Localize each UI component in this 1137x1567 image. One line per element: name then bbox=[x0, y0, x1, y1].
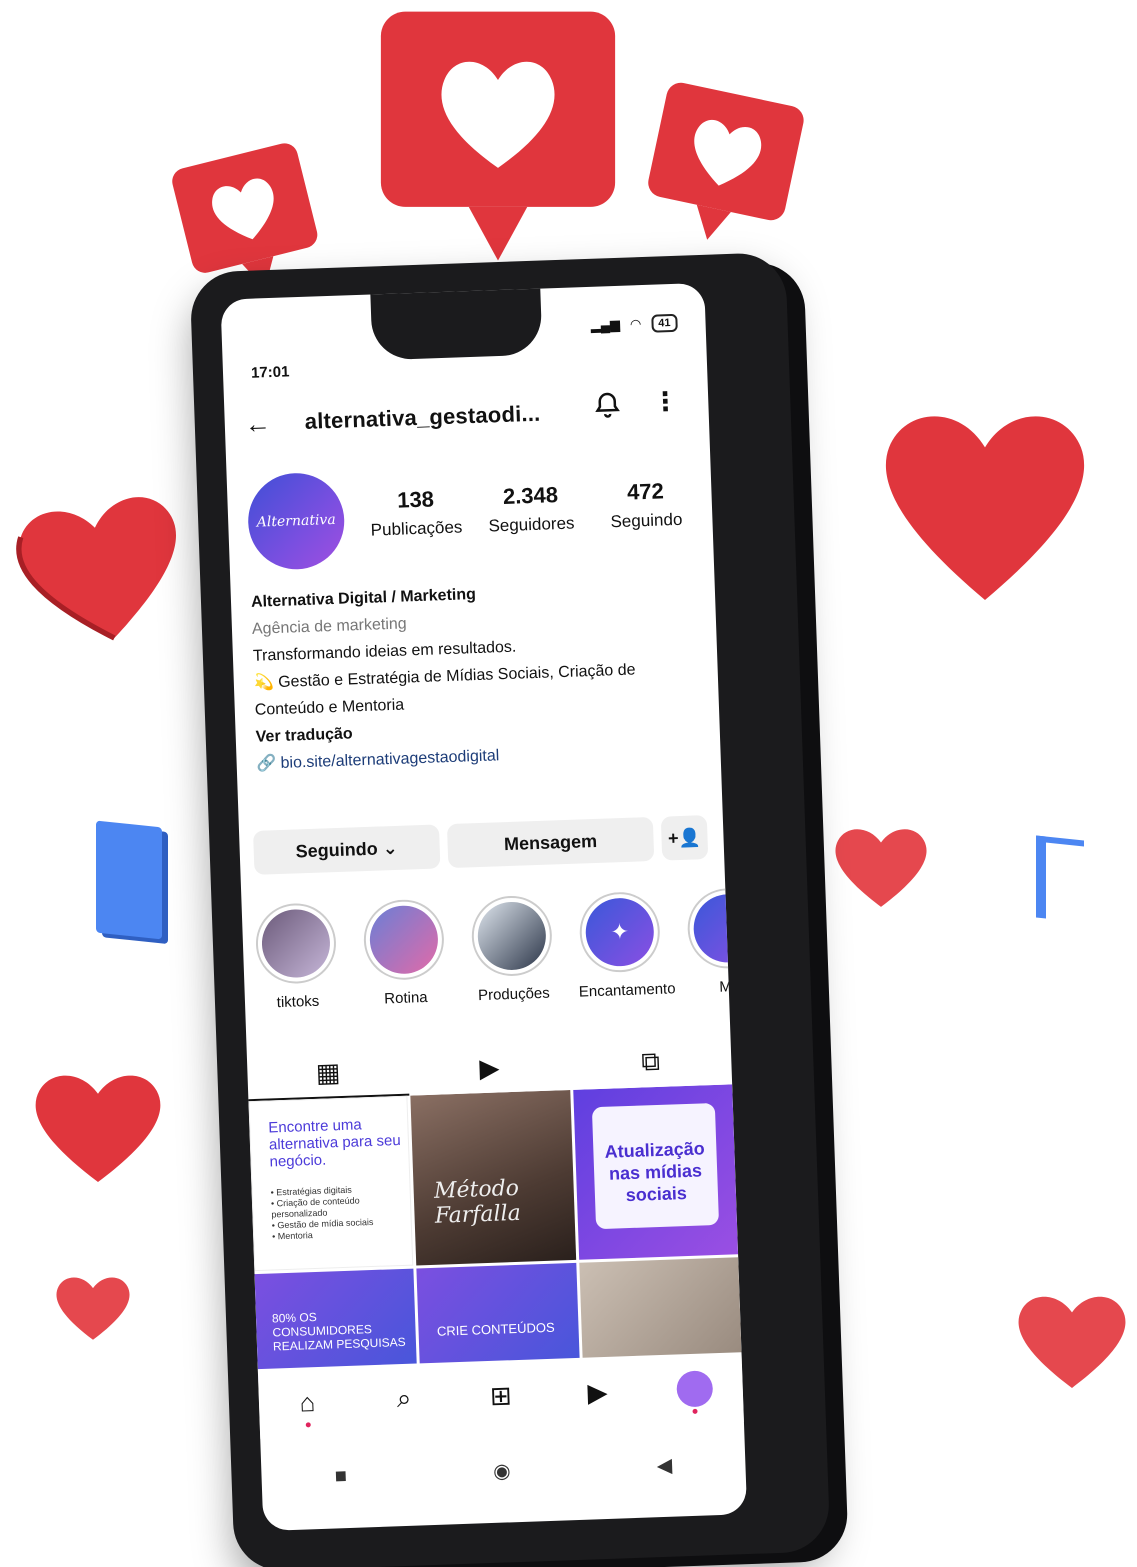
reels-icon: ▶ bbox=[587, 1376, 609, 1408]
post-list: • Estratégias digitais • Criação de cont… bbox=[270, 1184, 374, 1242]
heart-icon bbox=[1012, 1284, 1132, 1396]
story-highlights: tiktoks Rotina Produções ✦ Encantamento … bbox=[252, 888, 736, 1035]
profile-bio: Alternativa Digital / Marketing Agência … bbox=[251, 573, 707, 778]
post-thumbnail[interactable]: Encontre uma alternativa para seu negóci… bbox=[248, 1095, 414, 1272]
phone-mockup: 17:01 ▂▄▆ ◠ 41 ← alternativa_gestaodi...… bbox=[189, 251, 831, 1567]
stat-label: Publicações bbox=[370, 517, 463, 540]
posts-grid: Encontre uma alternativa para seu negóci… bbox=[248, 1084, 742, 1382]
search-icon: ⌕ bbox=[396, 1382, 412, 1414]
home-icon: ⌂ bbox=[298, 1386, 316, 1418]
plus-square-icon: ⊞ bbox=[489, 1379, 513, 1411]
stat-posts[interactable]: 138 Publicações bbox=[365, 485, 467, 540]
phone-screen: 17:01 ▂▄▆ ◠ 41 ← alternativa_gestaodi...… bbox=[220, 282, 748, 1531]
tagged-icon: ⧉ bbox=[640, 1045, 661, 1077]
heart-icon bbox=[876, 392, 1094, 614]
phone-notch bbox=[370, 284, 543, 361]
nav-reels[interactable]: ▶ bbox=[572, 1366, 624, 1418]
post-thumbnail[interactable]: Método Farfalla bbox=[410, 1090, 576, 1266]
wifi-icon: ◠ bbox=[629, 316, 642, 332]
nav-home[interactable]: ⌂ bbox=[282, 1377, 334, 1429]
post-thumbnail[interactable]: Atualização nas mídias sociais bbox=[572, 1084, 739, 1260]
highlight-cover bbox=[260, 908, 332, 979]
home-button-icon[interactable]: ◉ bbox=[493, 1458, 511, 1484]
add-person-button[interactable]: +👤 bbox=[660, 815, 709, 861]
like-bubble-icon bbox=[625, 75, 819, 266]
highlight-label: tiktoks bbox=[276, 992, 320, 1012]
bio-link-text: bio.site/alternativagestaodigital bbox=[280, 747, 500, 772]
blue-block-decoration bbox=[96, 820, 162, 940]
stat-followers[interactable]: 2.348 Seguidores bbox=[480, 481, 582, 536]
stage: 17:01 ▂▄▆ ◠ 41 ← alternativa_gestaodi...… bbox=[0, 0, 1137, 1567]
highlight-ring: ✦ bbox=[578, 890, 662, 974]
heart-icon bbox=[826, 820, 936, 912]
link-icon: 🔗 bbox=[256, 755, 277, 773]
blue-block-decoration bbox=[1036, 835, 1084, 923]
nav-profile[interactable] bbox=[668, 1363, 720, 1415]
highlight-item[interactable]: Produções bbox=[467, 894, 557, 1027]
notification-dot bbox=[692, 1408, 698, 1414]
highlight-label: Me bbox=[719, 978, 736, 996]
highlight-ring bbox=[362, 898, 446, 982]
stat-following[interactable]: 472 Seguindo bbox=[595, 477, 697, 532]
heart-icon bbox=[28, 1062, 168, 1190]
post-caption: 80% OS CONSUMIDORES REALIZAM PESQUISAS bbox=[271, 1309, 406, 1354]
highlight-item[interactable]: ✦ Encantamento bbox=[575, 890, 676, 1024]
highlight-cover bbox=[368, 904, 440, 975]
sparkle-icon: ✦ bbox=[610, 918, 630, 945]
signal-icon: ▂▄▆ bbox=[590, 316, 621, 333]
post-caption: CRIE CONTEÚDOS bbox=[436, 1319, 555, 1339]
nav-create[interactable]: ⊞ bbox=[475, 1370, 527, 1422]
message-button[interactable]: Mensagem bbox=[446, 816, 655, 869]
tab-tagged[interactable]: ⧉ bbox=[569, 1034, 732, 1090]
highlight-label: Encantamento bbox=[578, 980, 676, 1001]
stat-value: 2.348 bbox=[502, 482, 559, 509]
profile-username: alternativa_gestaodi... bbox=[304, 400, 541, 434]
post-signature: Método Farfalla bbox=[433, 1175, 522, 1229]
highlight-cover: ✦ bbox=[584, 897, 655, 968]
heart-icon bbox=[52, 1268, 134, 1346]
highlight-label: Rotina bbox=[383, 988, 428, 1008]
like-bubble-icon bbox=[376, 6, 620, 276]
android-nav-bar: ■ ◉ ◀ bbox=[261, 1432, 747, 1509]
stat-value: 472 bbox=[626, 478, 665, 505]
avatar-text: Alternativa bbox=[256, 511, 336, 531]
profile-actions: Seguindo ⌄ Mensagem +👤 bbox=[253, 815, 714, 875]
more-options-icon[interactable]: ⋮ bbox=[652, 386, 679, 418]
stat-value: 138 bbox=[396, 486, 435, 513]
tab-reels[interactable]: ▶ bbox=[408, 1040, 571, 1096]
highlight-label: Produções bbox=[477, 984, 551, 1005]
nav-search[interactable]: ⌕ bbox=[378, 1373, 430, 1425]
notification-dot bbox=[305, 1422, 311, 1428]
heart-icon bbox=[0, 472, 212, 664]
highlight-ring bbox=[254, 902, 338, 985]
following-button[interactable]: Seguindo ⌄ bbox=[253, 824, 441, 875]
profile-avatar-icon bbox=[675, 1370, 713, 1408]
post-card-text: Atualização nas mídias sociais bbox=[591, 1102, 720, 1230]
post-heading: Encontre uma alternativa para seu negóci… bbox=[268, 1116, 401, 1171]
avatar[interactable]: Alternativa bbox=[246, 471, 346, 571]
tab-grid[interactable]: ▦ bbox=[246, 1045, 410, 1102]
highlight-item[interactable]: tiktoks bbox=[252, 902, 342, 1035]
back-arrow-icon[interactable]: ← bbox=[244, 408, 271, 439]
profile-header: ← alternativa_gestaodi... ⋮ bbox=[224, 383, 709, 450]
back-triangle-icon[interactable]: ◀ bbox=[656, 1452, 672, 1478]
recent-apps-icon[interactable]: ■ bbox=[334, 1465, 347, 1488]
highlight-ring bbox=[470, 894, 554, 978]
stat-label: Seguindo bbox=[610, 509, 683, 532]
reels-icon: ▶ bbox=[478, 1051, 500, 1083]
notification-bell-icon[interactable] bbox=[592, 390, 629, 427]
stat-label: Seguidores bbox=[488, 513, 575, 536]
profile-stats: 138 Publicações 2.348 Seguidores 472 Seg… bbox=[365, 477, 697, 540]
status-icons: ▂▄▆ ◠ 41 bbox=[590, 313, 678, 335]
highlight-cover bbox=[476, 900, 548, 972]
grid-icon: ▦ bbox=[315, 1056, 341, 1088]
status-time: 17:01 bbox=[250, 363, 290, 382]
battery-indicator: 41 bbox=[650, 313, 678, 333]
highlight-item[interactable]: Rotina bbox=[360, 898, 450, 1031]
